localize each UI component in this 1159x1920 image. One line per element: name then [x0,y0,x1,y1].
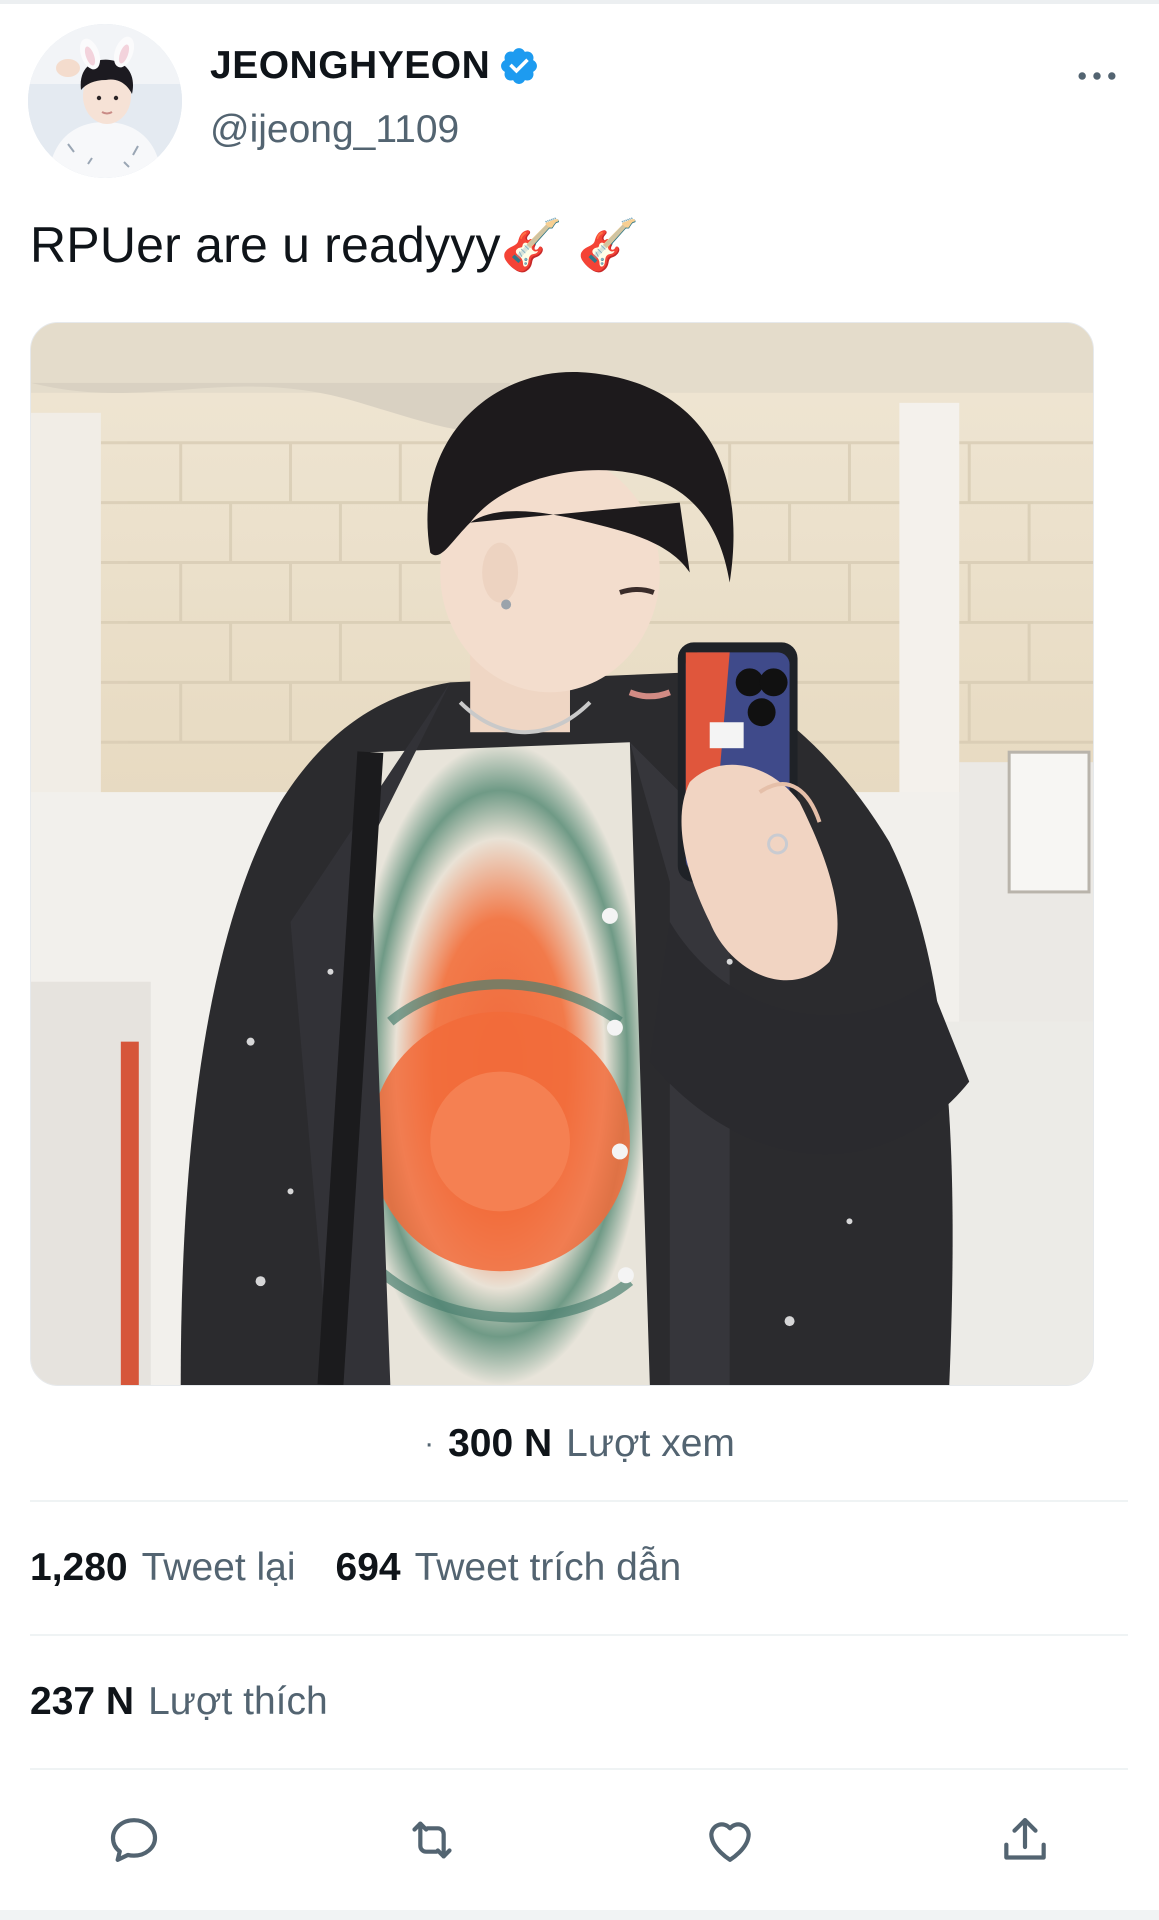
tweet-text: RPUer are u readyyy🎸 🎸 [30,217,640,273]
display-name[interactable]: JEONGHYEON [210,44,540,88]
quotes-stat[interactable]: 694 Tweet trích dẫn [336,1546,722,1590]
reply-button[interactable] [94,1800,174,1880]
retweet-stats-row: 1,280 Tweet lại 694 Tweet trích dẫn [30,1540,721,1596]
quotes-label: Tweet trích dẫn [414,1546,682,1589]
share-icon [1004,1818,1046,1860]
divider [30,1634,1128,1636]
likes-count: 237 N [30,1680,135,1723]
like-button[interactable] [690,1800,770,1880]
display-name-text: JEONGHYEON [210,44,491,87]
top-divider [0,0,1159,4]
views-count-row[interactable]: · 300 N Lượt xem [0,1416,1159,1472]
profile-photo [28,24,182,178]
likes-stat[interactable]: 237 N Lượt thích [30,1674,368,1730]
mirror-selfie-photo [31,323,1093,1385]
divider [30,1768,1128,1770]
quotes-count: 694 [335,1546,401,1589]
tweet-detail-page: JEONGHYEON @ijeong_1109 RPUer are u read… [0,0,1159,1920]
verified-badge-icon [498,45,540,87]
like-icon [709,1822,751,1862]
more-dots-icon [1078,72,1116,80]
share-button[interactable] [985,1800,1065,1880]
separator-dot: · [424,1427,435,1460]
bottom-divider [0,1910,1159,1920]
retweet-button[interactable] [392,1800,472,1880]
retweets-label: Tweet lại [141,1546,296,1589]
user-handle[interactable]: @ijeong_1109 [210,108,459,152]
divider [30,1500,1128,1502]
views-label: Lượt xem [566,1422,735,1465]
tweet-media-photo[interactable] [30,322,1094,1386]
tweet-actions-bar [0,1800,1159,1880]
more-options-button[interactable] [1070,56,1124,96]
avatar[interactable] [28,24,182,178]
retweets-count: 1,280 [30,1546,128,1589]
reply-icon [110,1818,158,1862]
views-count: 300 N [448,1422,553,1465]
retweets-stat[interactable]: 1,280 Tweet lại [30,1546,336,1590]
retweet-icon [412,1821,452,1859]
likes-label: Lượt thích [148,1680,328,1723]
